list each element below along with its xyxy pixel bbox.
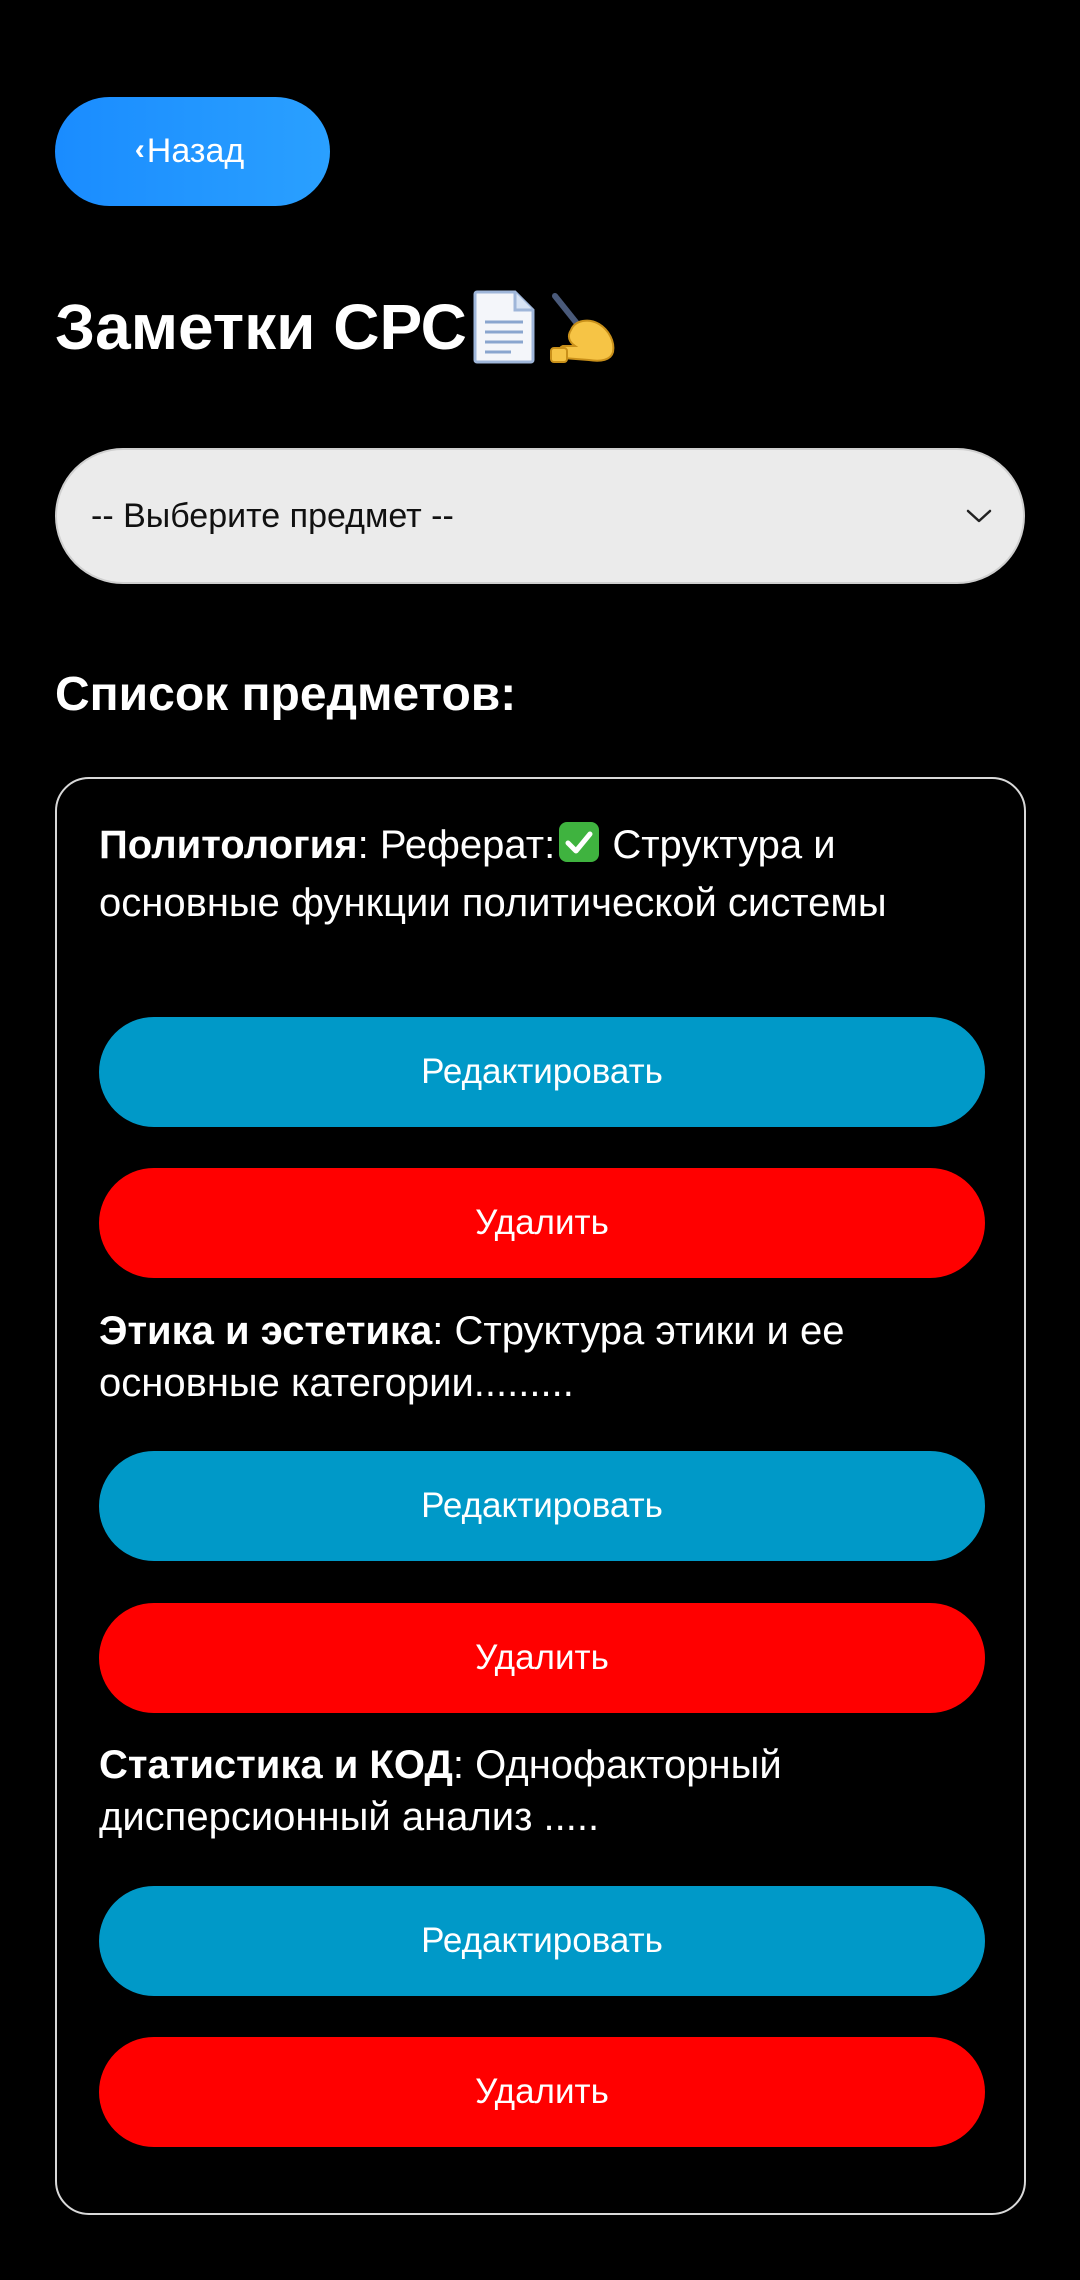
notes-list-card: Политология: Реферат: Структура и основн…	[55, 777, 1026, 2215]
back-button-label: Назад	[146, 132, 245, 170]
back-button[interactable]: ‹ Назад	[55, 97, 330, 206]
note-subject: Этика и эстетика	[99, 1309, 433, 1353]
check-mark-icon	[557, 820, 601, 877]
chevron-down-icon	[965, 502, 993, 530]
page-title: Заметки СРС	[55, 282, 621, 372]
list-heading: Список предметов:	[55, 668, 517, 721]
edit-button[interactable]: Редактировать	[99, 1886, 985, 1996]
note-item: Статистика и КОД: Однофакторный дисперси…	[99, 1743, 782, 1839]
note-item: Этика и эстетика: Структура этики и ее о…	[99, 1309, 845, 1405]
writing-hand-icon	[541, 290, 621, 364]
chevron-left-icon: ‹	[134, 132, 145, 166]
delete-button[interactable]: Удалить	[99, 1168, 985, 1278]
document-icon	[471, 290, 537, 364]
note-prefix: Реферат:	[368, 823, 556, 867]
edit-button-label: Редактировать	[421, 1486, 663, 1525]
note-subject: Статистика и КОД	[99, 1743, 453, 1787]
page-title-text: Заметки СРС	[55, 291, 467, 363]
note-item: Политология: Реферат: Структура и основн…	[99, 819, 979, 929]
delete-button[interactable]: Удалить	[99, 2037, 985, 2147]
delete-button-label: Удалить	[475, 1203, 609, 1242]
subject-select-value: -- Выберите предмет --	[91, 496, 454, 535]
delete-button-label: Удалить	[475, 1638, 609, 1677]
delete-button[interactable]: Удалить	[99, 1603, 985, 1713]
subject-select[interactable]: -- Выберите предмет --	[55, 448, 1025, 584]
edit-button[interactable]: Редактировать	[99, 1451, 985, 1561]
edit-button[interactable]: Редактировать	[99, 1017, 985, 1127]
edit-button-label: Редактировать	[421, 1052, 663, 1091]
edit-button-label: Редактировать	[421, 1921, 663, 1960]
delete-button-label: Удалить	[475, 2072, 609, 2111]
note-subject: Политология	[99, 823, 358, 867]
